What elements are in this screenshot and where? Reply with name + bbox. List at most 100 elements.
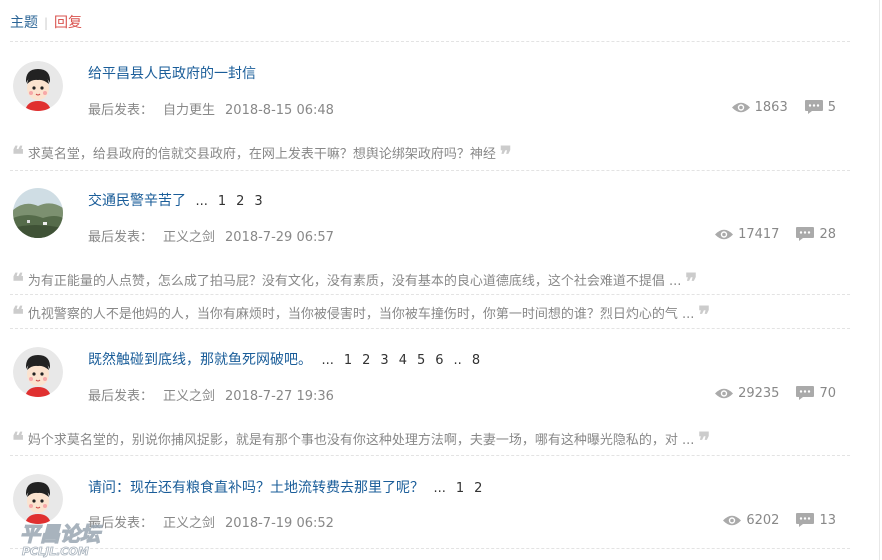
page-ellipsis: ... (433, 481, 446, 496)
post-date: 2018-8-15 06:48 (225, 103, 334, 118)
reply-count-value: 28 (819, 226, 836, 242)
view-count-value: 29235 (738, 385, 780, 401)
avatar[interactable] (13, 474, 63, 524)
close-quote-icon: ❞ (698, 302, 711, 328)
page-link[interactable]: 5 (417, 353, 425, 368)
page-ellipsis: .. (453, 353, 462, 368)
thread-title[interactable]: 请问：现在还有粮食直补吗？土地流转费去那里了呢？ ... 1 2 (88, 477, 487, 497)
svg-text:平昌论坛: 平昌论坛 (20, 522, 103, 546)
thread-tabs: 主题 | 回复 (10, 12, 82, 32)
tab-replies[interactable]: 回复 (54, 15, 82, 31)
reply-count: 70 (795, 385, 836, 401)
reply-quote[interactable]: ❝ 求莫名堂，给县政府的信就交县政府，在网上发表干嘛？想舆论绑架政府吗？神经 ❞ (12, 142, 512, 168)
view-count: 17417 (714, 227, 779, 242)
page-link[interactable]: 6 (435, 353, 443, 368)
meta-label: 最后发表： (88, 230, 154, 245)
author-link[interactable]: 正义之剑 (163, 389, 215, 404)
view-count-value: 1863 (754, 99, 788, 115)
meta-label: 最后发表： (88, 103, 154, 118)
thread-stats: 1863 5 (731, 99, 836, 115)
thread-title[interactable]: 交通民警辛苦了 ... 1 2 3 (88, 190, 268, 210)
close-quote-icon: ❞ (685, 269, 698, 295)
thread-title-text[interactable]: 既然触碰到底线，那就鱼死网破吧。 (88, 352, 312, 368)
pagination: ... 1 2 (428, 481, 487, 496)
author-link[interactable]: 正义之剑 (163, 516, 215, 531)
thread-meta: 最后发表： 正义之剑 2018-7-29 06:57 (88, 226, 334, 245)
cartoon-boy-avatar-icon (13, 474, 63, 524)
divider (10, 170, 850, 171)
open-quote-icon: ❝ (12, 142, 24, 168)
page-link[interactable]: 8 (472, 353, 480, 368)
page-ellipsis: ... (321, 353, 334, 368)
pagination: ... 1 2 3 (190, 194, 267, 209)
post-date: 2018-7-19 06:52 (225, 516, 334, 531)
meta-label: 最后发表： (88, 389, 154, 404)
view-count: 1863 (731, 100, 788, 115)
avatar[interactable] (13, 347, 63, 397)
avatar[interactable] (13, 61, 63, 111)
divider (10, 455, 850, 456)
reply-count-value: 5 (827, 99, 836, 115)
comment-icon (796, 513, 815, 527)
page-link[interactable]: 2 (362, 353, 370, 368)
close-quote-icon: ❞ (499, 142, 512, 168)
open-quote-icon: ❝ (12, 428, 24, 454)
post-date: 2018-7-29 06:57 (225, 230, 334, 245)
reply-quote-text[interactable]: 仇视警察的人不是他妈的人，当你有麻烦时，当你被侵害时，当你被车撞伤时，你第一时间… (28, 307, 695, 322)
thread-title[interactable]: 给平昌县人民政府的一封信 (88, 63, 256, 83)
open-quote-icon: ❝ (12, 269, 24, 295)
divider (10, 328, 850, 329)
reply-quote-text[interactable]: 妈个求莫名堂的，别说你捕风捉影，就是有那个事也没有你这种处理方法啊，夫妻一场，哪… (28, 433, 695, 448)
reply-count: 28 (795, 226, 836, 242)
eye-icon (715, 229, 734, 239)
view-count: 29235 (714, 386, 779, 401)
thread-title[interactable]: 既然触碰到底线，那就鱼死网破吧。 ... 1 2 3 4 5 6.. 8 (88, 349, 485, 369)
reply-count-value: 70 (819, 385, 836, 401)
page-link[interactable]: 1 (456, 481, 464, 496)
thread-title-text[interactable]: 交通民警辛苦了 (88, 193, 186, 209)
divider (10, 41, 850, 42)
reply-quote-text[interactable]: 为有正能量的人点赞，怎么成了拍马屁？没有文化，没有素质，没有基本的良心道德底线，… (28, 274, 682, 289)
page-link[interactable]: 2 (474, 481, 482, 496)
divider (10, 548, 850, 549)
post-date: 2018-7-27 19:36 (225, 389, 334, 404)
page-link[interactable]: 2 (236, 194, 244, 209)
cartoon-boy-avatar-icon (13, 61, 63, 111)
thread-meta: 最后发表： 正义之剑 2018-7-27 19:36 (88, 385, 334, 404)
cartoon-boy-avatar-icon (13, 347, 63, 397)
reply-quote-text[interactable]: 求莫名堂，给县政府的信就交县政府，在网上发表干嘛？想舆论绑架政府吗？神经 (28, 147, 496, 162)
tab-separator: | (44, 16, 49, 30)
comment-icon (796, 386, 815, 400)
view-count-value: 6202 (746, 512, 780, 528)
thread-meta: 最后发表： 自力更生 2018-8-15 06:48 (88, 99, 334, 118)
tab-topics[interactable]: 主题 (10, 15, 38, 31)
eye-icon (723, 515, 742, 525)
landscape-avatar-icon (13, 188, 63, 238)
author-link[interactable]: 正义之剑 (163, 230, 215, 245)
eye-icon (715, 388, 734, 398)
reply-count: 5 (804, 99, 836, 115)
reply-quote[interactable]: ❝ 仇视警察的人不是他妈的人，当你有麻烦时，当你被侵害时，当你被车撞伤时，你第一时… (12, 302, 710, 328)
comment-icon (804, 100, 823, 114)
divider (10, 294, 850, 295)
view-count-value: 17417 (738, 226, 780, 242)
avatar[interactable] (13, 188, 63, 238)
author-link[interactable]: 自力更生 (163, 103, 215, 118)
eye-icon (731, 102, 750, 112)
reply-quote[interactable]: ❝ 妈个求莫名堂的，别说你捕风捉影，就是有那个事也没有你这种处理方法啊，夫妻一场，… (12, 428, 710, 454)
page-link[interactable]: 4 (399, 353, 407, 368)
open-quote-icon: ❝ (12, 302, 24, 328)
reply-count-value: 13 (819, 512, 836, 528)
page-border (879, 0, 880, 560)
thread-stats: 17417 28 (714, 226, 836, 242)
thread-title-text[interactable]: 请问：现在还有粮食直补吗？土地流转费去那里了呢？ (88, 480, 424, 496)
reply-quote[interactable]: ❝ 为有正能量的人点赞，怎么成了拍马屁？没有文化，没有素质，没有基本的良心道德底线… (12, 269, 697, 295)
thread-stats: 6202 13 (722, 512, 836, 528)
page-link[interactable]: 1 (344, 353, 352, 368)
page-link[interactable]: 3 (380, 353, 388, 368)
comment-icon (796, 227, 815, 241)
thread-stats: 29235 70 (714, 385, 836, 401)
page-link[interactable]: 1 (218, 194, 226, 209)
thread-title-text[interactable]: 给平昌县人民政府的一封信 (88, 66, 256, 82)
page-link[interactable]: 3 (254, 194, 262, 209)
